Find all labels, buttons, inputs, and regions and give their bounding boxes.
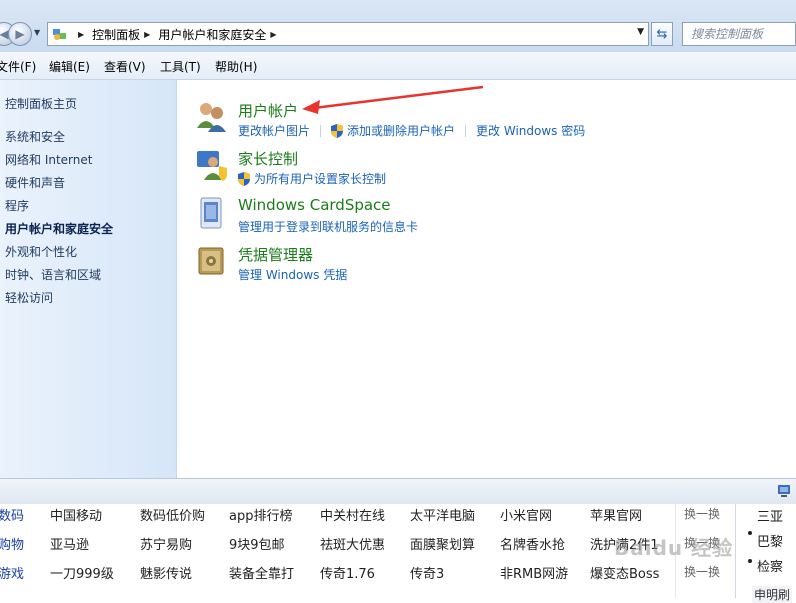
forward-button[interactable]: ▶	[8, 22, 32, 46]
menu-tools[interactable]: 工具(T)	[160, 58, 201, 75]
breadcrumb-user-accounts[interactable]: 用户帐户和家庭安全	[158, 26, 266, 43]
web-link[interactable]: 传奇1.76	[320, 563, 375, 582]
menu-bar: 文件(F) 编辑(E) 查看(V) 工具(T) 帮助(H)	[0, 52, 796, 80]
sidebar-item-appearance[interactable]: 外观和个性化	[5, 243, 77, 260]
navigation-pane: 控制面板主页 系统和安全 网络和 Internet 硬件和声音 程序 用户帐户和…	[0, 80, 177, 478]
menu-help[interactable]: 帮助(H)	[215, 58, 257, 75]
web-link-row: 游戏 一刀999级 魅影传说 装备全靠打 传奇1.76 传奇3 非RMB网游 爆…	[0, 563, 796, 583]
sidebar-item-system-security[interactable]: 系统和安全	[5, 128, 65, 145]
web-link[interactable]: 数码低价购	[140, 505, 205, 524]
swap-button[interactable]: 换一换	[684, 563, 720, 580]
bullet-icon	[748, 531, 752, 535]
breadcrumb-control-panel[interactable]: 控制面板	[92, 26, 140, 43]
web-link[interactable]: 亚马逊	[50, 534, 89, 553]
uac-shield-icon	[331, 123, 344, 138]
web-link[interactable]: 苏宁易购	[140, 534, 192, 553]
category-title-user-accounts[interactable]: 用户帐户	[238, 100, 298, 121]
menu-edit[interactable]: 编辑(E)	[49, 58, 90, 75]
side-footer-text: 申明刷	[752, 586, 793, 603]
web-link[interactable]: 非RMB网游	[500, 563, 568, 582]
category-links: 为所有用户设置家长控制	[238, 170, 386, 187]
web-link[interactable]: 面膜聚划算	[410, 534, 475, 553]
side-link[interactable]: 检察	[757, 556, 783, 575]
link-setup-parental-controls[interactable]: 为所有用户设置家长控制	[254, 170, 386, 187]
refresh-icon: ⇆	[656, 26, 668, 42]
swap-button[interactable]: 换一换	[684, 505, 720, 522]
web-link[interactable]: 爆变态Boss	[590, 563, 659, 582]
sidebar-item-user-accounts[interactable]: 用户帐户和家庭安全	[5, 220, 113, 237]
link-add-remove-accounts[interactable]: 添加或删除用户帐户	[347, 122, 455, 139]
address-dropdown-icon[interactable]: ▼	[637, 27, 644, 37]
refresh-button[interactable]: ⇆	[651, 22, 673, 46]
link-change-account-picture[interactable]: 更改帐户图片	[238, 122, 310, 139]
menu-file[interactable]: 文件(F)	[0, 58, 36, 75]
link-divider	[465, 124, 467, 137]
web-link-row: 数码 中国移动 数码低价购 app排行榜 中关村在线 太平洋电脑 小米官网 苹果…	[0, 505, 796, 525]
category-title-credential-manager[interactable]: 凭据管理器	[238, 244, 313, 265]
web-row-category[interactable]: 购物	[0, 534, 24, 553]
breadcrumb[interactable]: ▶ 控制面板 ▶ 用户帐户和家庭安全 ▶ ▼	[47, 22, 649, 46]
web-link[interactable]: app排行榜	[229, 505, 292, 524]
web-link[interactable]: 一刀999级	[50, 563, 114, 582]
search-input[interactable]: 搜索控制面板	[682, 22, 796, 46]
cardspace-icon	[200, 197, 222, 229]
web-link[interactable]: 祛斑大优惠	[320, 534, 385, 553]
user-accounts-icon	[197, 103, 226, 132]
web-link[interactable]: 太平洋电脑	[410, 505, 475, 524]
menu-view[interactable]: 查看(V)	[104, 58, 146, 75]
annotation-arrow-icon	[302, 85, 484, 114]
parental-controls-icon	[197, 151, 227, 181]
web-link[interactable]: 苹果官网	[590, 505, 642, 524]
web-link[interactable]: 装备全靠打	[229, 563, 294, 582]
breadcrumb-separator-icon[interactable]: ▶	[270, 30, 276, 39]
network-computer-icon	[778, 485, 790, 497]
sidebar-item-network[interactable]: 网络和 Internet	[5, 151, 92, 168]
status-bar	[0, 478, 796, 505]
link-divider	[320, 124, 322, 137]
category-links: 管理用于登录到联机服务的信息卡	[238, 218, 418, 235]
side-link[interactable]: 巴黎	[757, 531, 783, 550]
category-title-parental-controls[interactable]: 家长控制	[238, 148, 298, 169]
web-row-category[interactable]: 数码	[0, 505, 24, 524]
sidebar-item-ease-of-access[interactable]: 轻松访问	[5, 289, 53, 306]
web-link[interactable]: 小米官网	[500, 505, 552, 524]
category-links: 更改帐户图片 添加或删除用户帐户 更改 Windows 密码	[238, 122, 585, 139]
breadcrumb-separator-icon[interactable]: ▶	[144, 30, 150, 39]
arrow-right-icon: ▶	[15, 27, 25, 41]
link-manage-windows-credentials[interactable]: 管理 Windows 凭据	[238, 266, 347, 283]
web-link[interactable]: 魅影传说	[140, 563, 192, 582]
web-link[interactable]: 传奇3	[410, 563, 444, 582]
uac-shield-icon	[238, 171, 250, 186]
main-content: 用户帐户 更改帐户图片 添加或删除用户帐户 更改 Windows 密码 家长控制	[177, 80, 796, 478]
web-row-category[interactable]: 游戏	[0, 563, 24, 582]
sidebar-item-programs[interactable]: 程序	[5, 197, 29, 214]
side-link[interactable]: 三亚	[757, 506, 783, 525]
credential-manager-icon	[198, 247, 224, 275]
breadcrumb-separator-icon[interactable]: ▶	[78, 30, 84, 39]
sidebar-item-hardware[interactable]: 硬件和声音	[5, 174, 65, 191]
web-link[interactable]: 名牌香水抢	[500, 534, 565, 553]
category-title-cardspace[interactable]: Windows CardSpace	[238, 196, 391, 214]
watermark-logo: Baidu 经验	[614, 536, 734, 560]
web-link[interactable]: 9块9包邮	[229, 534, 285, 553]
control-panel-icon	[53, 29, 66, 40]
bullet-icon	[748, 559, 752, 563]
address-bar: ◀ ▶ ▼ ▶ 控制面板 ▶ 用户帐户和家庭安全 ▶ ▼ ⇆ 搜索控制面板	[0, 0, 796, 52]
category-links: 管理 Windows 凭据	[238, 266, 347, 283]
recent-pages-dropdown[interactable]: ▼	[34, 28, 40, 37]
sidebar-item-clock-region[interactable]: 时钟、语言和区域	[5, 266, 101, 283]
sidebar-item-home[interactable]: 控制面板主页	[5, 95, 77, 112]
web-link[interactable]: 中关村在线	[320, 505, 385, 524]
web-link[interactable]: 中国移动	[50, 505, 102, 524]
link-manage-info-cards[interactable]: 管理用于登录到联机服务的信息卡	[238, 218, 418, 235]
link-change-windows-password[interactable]: 更改 Windows 密码	[476, 122, 585, 139]
